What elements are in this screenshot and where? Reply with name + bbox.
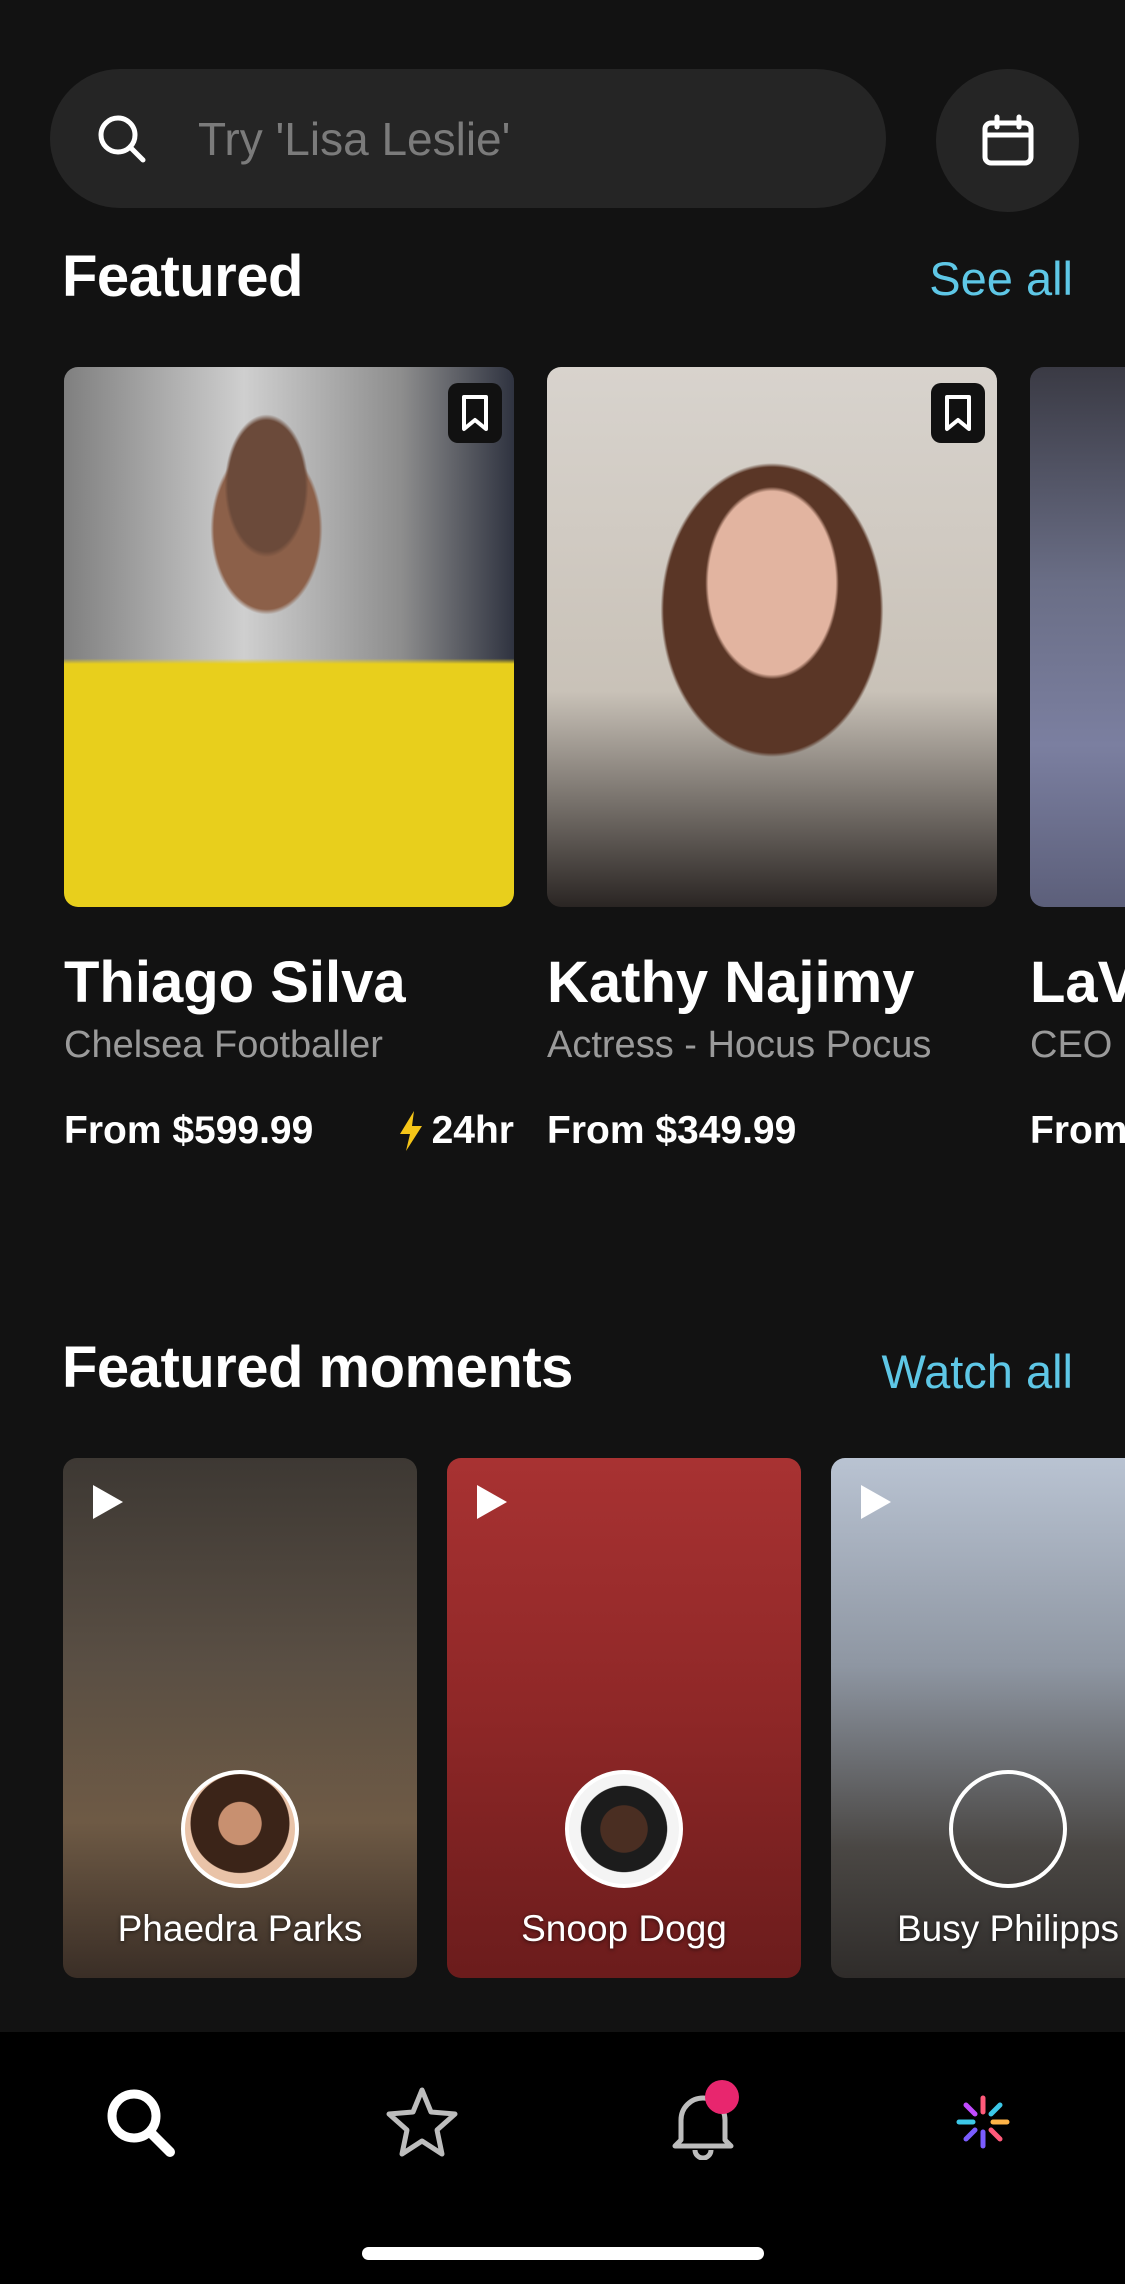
- avatar: [181, 1770, 299, 1888]
- nav-profile[interactable]: [933, 2072, 1033, 2172]
- featured-price-row: From $599.99 24hr: [64, 1109, 514, 1153]
- avatar: [949, 1770, 1067, 1888]
- search-input[interactable]: [198, 111, 798, 166]
- bookmark-icon: [462, 395, 488, 431]
- play-icon: [477, 1485, 507, 1519]
- play-icon: [93, 1485, 123, 1519]
- bookmark-icon: [945, 395, 971, 431]
- featured-price-row: From $349.99: [547, 1109, 997, 1153]
- nav-favorites[interactable]: [372, 2072, 472, 2172]
- sparkle-icon: [956, 2095, 1010, 2149]
- moment-card[interactable]: Snoop Dogg: [447, 1458, 801, 1978]
- home-indicator[interactable]: [362, 2247, 764, 2260]
- moment-name: Busy Philipps: [896, 1908, 1120, 1949]
- avatar: [565, 1770, 683, 1888]
- fast-delivery-label: 24hr: [431, 1109, 514, 1152]
- moments-title: Featured moments: [62, 1335, 573, 1400]
- app-screen: Featured See all Thiago Silva Chelsea Fo…: [0, 0, 1125, 2284]
- featured-photo: [1030, 367, 1125, 907]
- featured-price: From $349.99: [547, 1109, 797, 1152]
- featured-photo: [64, 367, 514, 907]
- featured-name: LaV: [1030, 950, 1125, 1015]
- notification-badge: [705, 2080, 739, 2114]
- featured-subtitle: Actress - Hocus Pocus: [547, 1024, 932, 1066]
- featured-card[interactable]: LaV CEO From: [1030, 367, 1125, 1153]
- moment-name: Snoop Dogg: [521, 1908, 727, 1949]
- featured-photo: [547, 367, 997, 907]
- search-bar[interactable]: [50, 69, 886, 208]
- calendar-icon: [982, 114, 1033, 165]
- star-icon: [386, 2087, 458, 2157]
- featured-price: From $599.99: [64, 1109, 314, 1152]
- featured-card[interactable]: Thiago Silva Chelsea Footballer From $59…: [64, 367, 514, 1153]
- featured-price-row: From: [1030, 1109, 1125, 1153]
- watch-all-link[interactable]: Watch all: [881, 1344, 1073, 1399]
- nav-search[interactable]: [90, 2072, 190, 2172]
- moment-card[interactable]: Busy Philipps: [831, 1458, 1125, 1978]
- featured-name: Thiago Silva: [64, 950, 406, 1015]
- bolt-icon: [399, 1111, 422, 1151]
- bookmark-button[interactable]: [448, 383, 502, 443]
- featured-price: From: [1030, 1109, 1125, 1152]
- featured-subtitle: Chelsea Footballer: [64, 1024, 383, 1066]
- bookmark-button[interactable]: [931, 383, 985, 443]
- search-icon: [98, 115, 146, 162]
- nav-notifications[interactable]: [653, 2072, 753, 2172]
- moment-name: Phaedra Parks: [117, 1908, 363, 1949]
- search-icon: [107, 2089, 175, 2157]
- bottom-nav: [0, 2032, 1125, 2284]
- featured-card[interactable]: Kathy Najimy Actress - Hocus Pocus From …: [547, 367, 997, 1153]
- see-all-link[interactable]: See all: [929, 251, 1073, 306]
- featured-subtitle: CEO: [1030, 1024, 1113, 1066]
- moment-card[interactable]: Phaedra Parks: [63, 1458, 417, 1978]
- featured-title: Featured: [62, 244, 303, 309]
- play-icon: [861, 1485, 891, 1519]
- fast-delivery: 24hr: [398, 1109, 514, 1153]
- featured-name: Kathy Najimy: [547, 950, 915, 1015]
- calendar-button[interactable]: [936, 69, 1079, 212]
